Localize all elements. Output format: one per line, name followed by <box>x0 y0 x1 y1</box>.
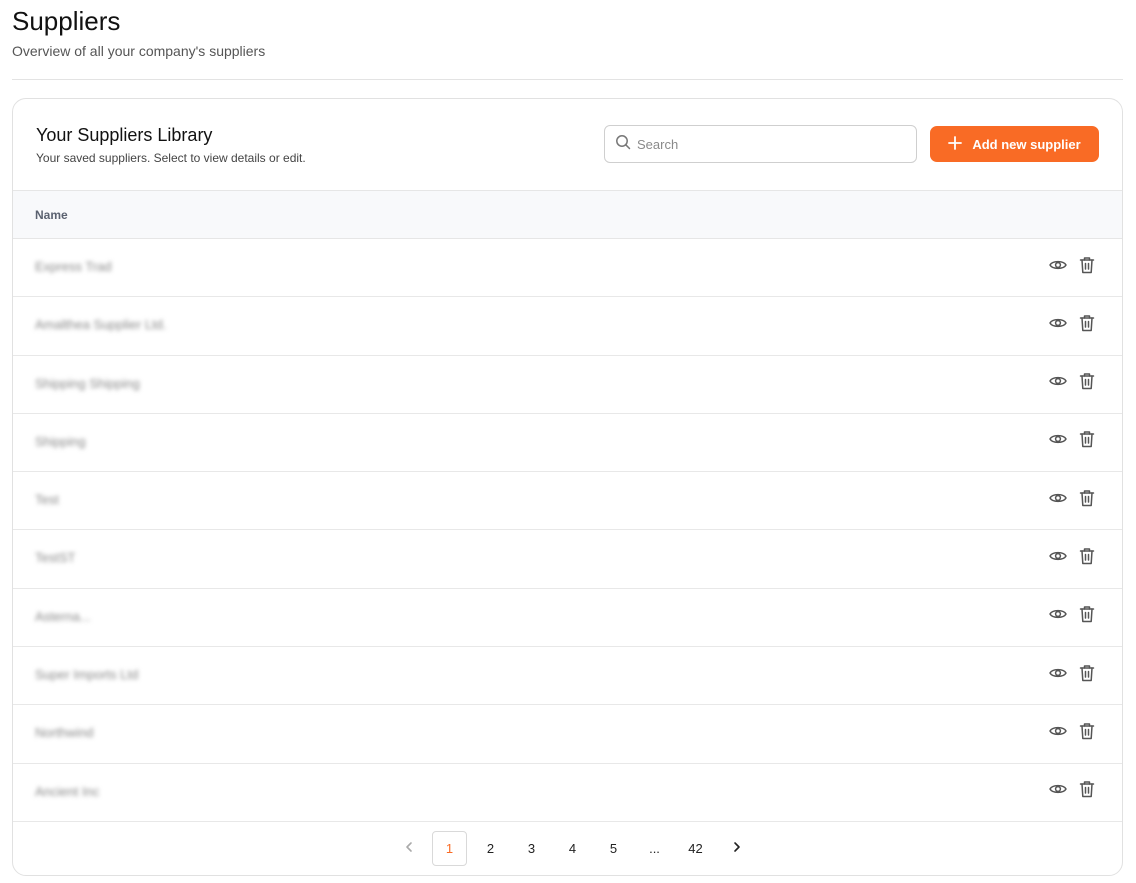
trash-icon <box>1079 256 1095 279</box>
row-actions <box>1049 780 1096 803</box>
trash-icon <box>1079 664 1095 687</box>
row-actions <box>1049 430 1096 453</box>
library-subtitle: Your saved suppliers. Select to view det… <box>36 151 306 165</box>
header-divider <box>12 79 1123 80</box>
search-icon <box>615 134 631 155</box>
eye-icon <box>1049 432 1067 451</box>
trash-icon <box>1079 722 1095 745</box>
table-row[interactable]: Asterna... <box>13 589 1122 648</box>
add-new-supplier-label: Add new supplier <box>972 136 1081 152</box>
supplier-name: Test <box>35 492 59 508</box>
view-button[interactable] <box>1049 608 1067 626</box>
view-button[interactable] <box>1049 375 1067 393</box>
row-actions <box>1049 372 1096 395</box>
supplier-name: Northwind <box>35 725 94 741</box>
search-box[interactable] <box>604 125 917 163</box>
pagination-next-button[interactable] <box>719 831 754 866</box>
eye-icon <box>1049 374 1067 393</box>
table-row[interactable]: Amalthea Supplier Ltd. <box>13 297 1122 356</box>
table-row[interactable]: Shipping <box>13 414 1122 473</box>
supplier-name: Amalthea Supplier Ltd. <box>35 317 167 333</box>
view-button[interactable] <box>1049 491 1067 509</box>
eye-icon <box>1049 258 1067 277</box>
plus-icon <box>948 135 963 153</box>
table-row[interactable]: Shipping Shipping <box>13 356 1122 414</box>
supplier-name: Express Trad <box>35 259 112 274</box>
view-button[interactable] <box>1049 258 1067 276</box>
view-button[interactable] <box>1049 549 1067 567</box>
row-actions <box>1049 664 1096 687</box>
delete-button[interactable] <box>1078 722 1096 745</box>
trash-icon <box>1079 314 1095 337</box>
view-button[interactable] <box>1049 724 1067 742</box>
pagination-page[interactable]: 3 <box>514 831 549 866</box>
column-header-name: Name <box>35 208 68 222</box>
pagination-ellipsis: ... <box>649 841 660 856</box>
pagination-page[interactable]: 1 <box>432 831 467 866</box>
view-button[interactable] <box>1049 316 1067 334</box>
supplier-name: Shipping Shipping <box>35 375 140 391</box>
row-actions <box>1049 256 1096 279</box>
trash-icon <box>1079 430 1095 453</box>
delete-button[interactable] <box>1078 489 1096 512</box>
table-row[interactable]: Test <box>13 472 1122 531</box>
delete-button[interactable] <box>1078 430 1096 453</box>
view-button[interactable] <box>1049 666 1067 684</box>
table-row[interactable]: TestST <box>13 530 1122 589</box>
suppliers-library-card: Your Suppliers Library Your saved suppli… <box>12 98 1123 876</box>
trash-icon <box>1079 780 1095 803</box>
trash-icon <box>1079 489 1095 512</box>
table-row[interactable]: Ancient Inc <box>13 764 1122 822</box>
table-row[interactable]: Northwind <box>13 705 1122 764</box>
delete-button[interactable] <box>1078 314 1096 337</box>
eye-icon <box>1049 724 1067 743</box>
view-button[interactable] <box>1049 433 1067 451</box>
table-row[interactable]: Express Trad <box>13 239 1122 298</box>
page-subtitle: Overview of all your company's suppliers <box>12 43 266 59</box>
view-button[interactable] <box>1049 783 1067 801</box>
eye-icon <box>1049 666 1067 685</box>
pagination-prev-button[interactable] <box>391 831 426 866</box>
supplier-name: Ancient Inc <box>35 783 100 799</box>
row-actions <box>1049 314 1096 337</box>
delete-button[interactable] <box>1078 372 1096 395</box>
supplier-name: Super Imports Ltd <box>35 667 139 683</box>
pagination-page[interactable]: 2 <box>473 831 508 866</box>
pagination: 1 2 3 4 5... 42 <box>13 822 1122 875</box>
trash-icon <box>1079 605 1095 628</box>
delete-button[interactable] <box>1078 547 1096 570</box>
trash-icon <box>1079 372 1095 395</box>
table-header: Name <box>13 190 1122 239</box>
delete-button[interactable] <box>1078 664 1096 687</box>
row-actions <box>1049 722 1096 745</box>
eye-icon <box>1049 782 1067 801</box>
eye-icon <box>1049 607 1067 626</box>
eye-icon <box>1049 316 1067 335</box>
row-actions <box>1049 489 1096 512</box>
trash-icon <box>1079 547 1095 570</box>
supplier-name: Shipping <box>35 433 86 449</box>
library-header: Your Suppliers Library Your saved suppli… <box>13 99 1122 190</box>
delete-button[interactable] <box>1078 256 1096 279</box>
add-new-supplier-button[interactable]: Add new supplier <box>930 126 1099 162</box>
pagination-page[interactable]: 42 <box>678 831 713 866</box>
row-actions <box>1049 547 1096 570</box>
supplier-list: Express Trad Amalthea Supplier Ltd. Shippi… <box>13 239 1122 822</box>
page-header: Suppliers Overview of all your company's… <box>12 6 1123 59</box>
search-input[interactable] <box>637 136 897 152</box>
delete-button[interactable] <box>1078 780 1096 803</box>
supplier-name: Asterna... <box>35 608 91 624</box>
pagination-page[interactable]: 5 <box>596 831 631 866</box>
eye-icon <box>1049 491 1067 510</box>
library-title: Your Suppliers Library <box>36 125 213 145</box>
delete-button[interactable] <box>1078 605 1096 628</box>
row-actions <box>1049 605 1096 628</box>
page-title: Suppliers <box>12 6 121 36</box>
supplier-name: TestST <box>35 550 76 566</box>
chevron-left-icon <box>403 841 415 856</box>
eye-icon <box>1049 549 1067 568</box>
pagination-page[interactable]: 4 <box>555 831 590 866</box>
table-row[interactable]: Super Imports Ltd <box>13 647 1122 706</box>
chevron-right-icon <box>731 841 743 856</box>
